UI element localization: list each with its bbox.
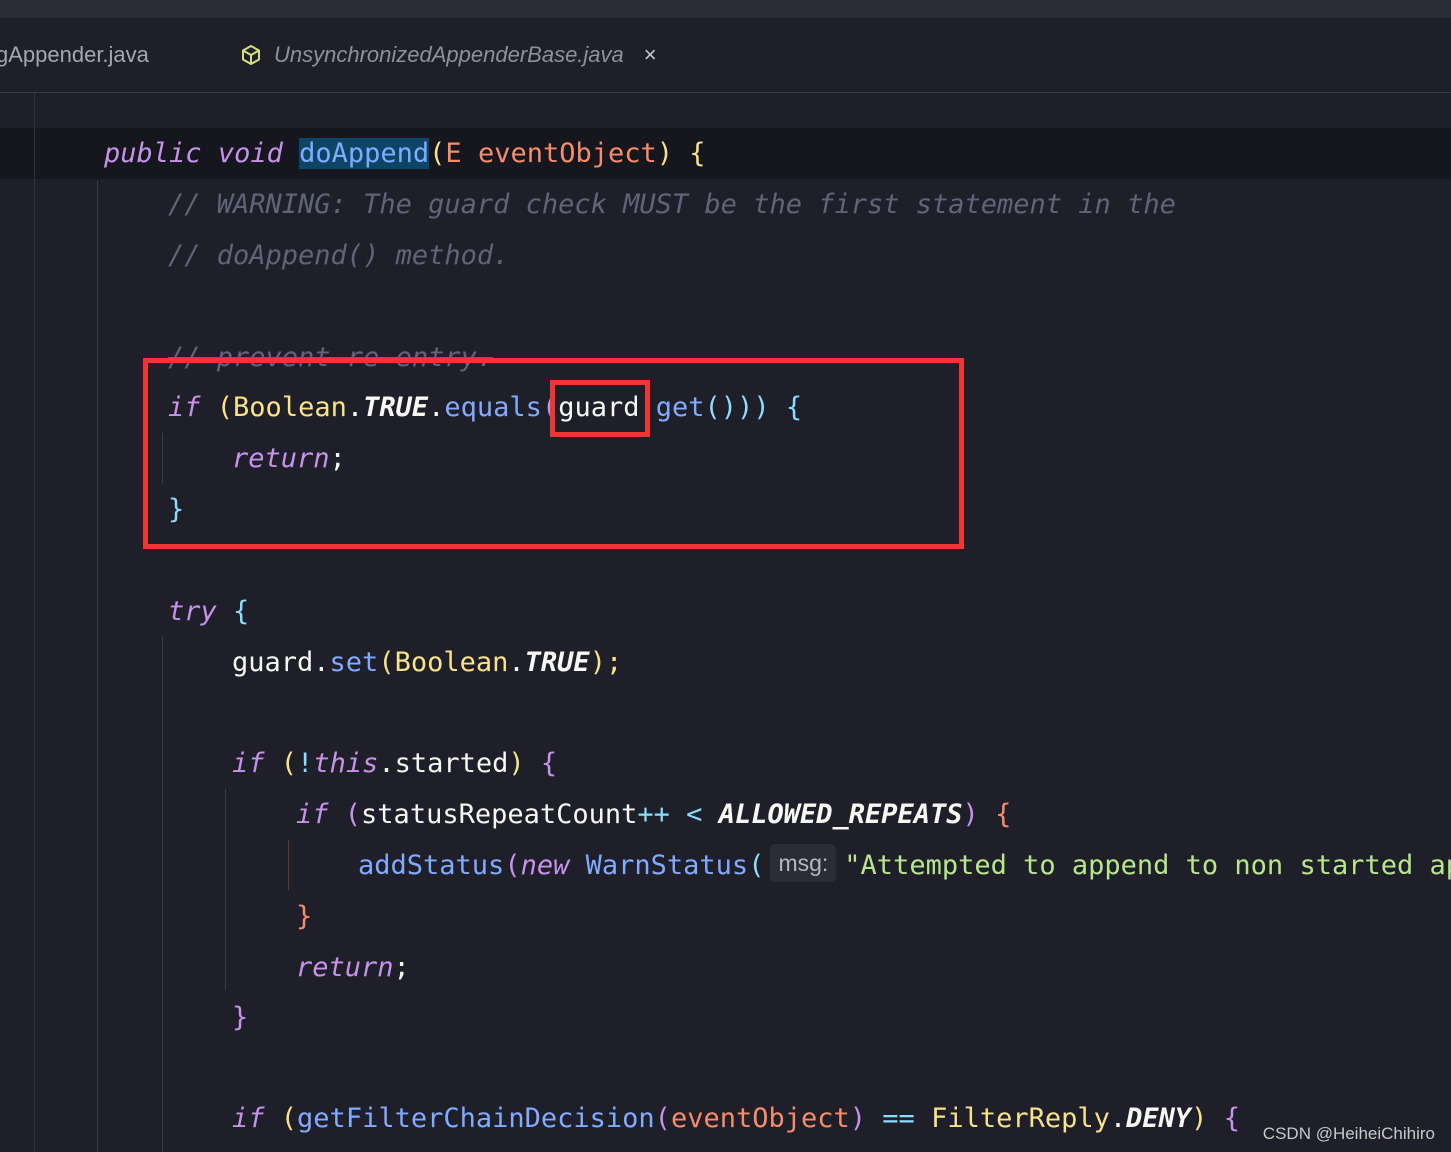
keyword: try: [168, 596, 217, 627]
code-line-14[interactable]: if (statusRepeatCount++ < ALLOWED_REPEAT…: [296, 789, 1011, 840]
paren: ): [962, 799, 979, 830]
keyword: this: [313, 748, 379, 779]
keyword: if: [296, 799, 329, 830]
paren: (: [654, 1103, 671, 1134]
paren: ): [508, 748, 525, 779]
code-line-20[interactable]: if (getFilterChainDecision(eventObject) …: [232, 1093, 1240, 1144]
gutter-divider: [34, 93, 35, 1152]
keyword: return: [296, 952, 394, 983]
method-call: set: [329, 647, 379, 678]
paren: (: [344, 799, 362, 830]
variable: guard: [232, 647, 314, 678]
editor-tab-bar: gAppender.java UnsynchronizedAppenderBas…: [0, 18, 1451, 108]
keyword: if: [232, 748, 265, 779]
brace: {: [233, 596, 250, 627]
dot: .: [313, 647, 330, 678]
class-name: FilterReply: [931, 1103, 1110, 1134]
dot: .: [508, 647, 525, 678]
paren: (: [378, 647, 395, 678]
code-line-13[interactable]: if (!this.started) {: [232, 738, 557, 789]
string-literal: "Attempted to append to non started app: [844, 850, 1451, 881]
keyword: if: [232, 1103, 265, 1134]
indent-guide: [97, 181, 98, 1152]
param-name: eventObject: [477, 138, 657, 169]
operator: ==: [882, 1103, 915, 1134]
watermark: CSDN @HeiheiChihiro: [1262, 1124, 1435, 1143]
brace: }: [232, 1002, 249, 1033]
paren: (: [429, 138, 446, 169]
variable: statusRepeatCount: [361, 799, 638, 830]
constant: DENY: [1126, 1103, 1192, 1134]
variable: eventObject: [670, 1103, 850, 1134]
code-line-11[interactable]: guard.set(Boolean.TRUE);: [232, 637, 622, 688]
keyword: void: [217, 138, 283, 169]
class-name: Boolean: [394, 647, 509, 678]
indent-guide: [225, 789, 226, 991]
tab-label: gAppender.java: [0, 42, 149, 67]
tab-gappender[interactable]: gAppender.java: [0, 18, 149, 92]
method-name: doAppend: [299, 138, 430, 169]
paren: ): [656, 138, 674, 169]
keyword: new: [520, 850, 570, 881]
dot: .: [1109, 1103, 1127, 1134]
operator: !: [297, 748, 314, 779]
comment: // doAppend() method.: [168, 240, 510, 271]
field-access: .started: [378, 748, 509, 779]
code-line-18[interactable]: }: [232, 992, 248, 1043]
tab-unsynchronized-appender-base[interactable]: UnsynchronizedAppenderBase.java ×: [240, 18, 657, 92]
paren: (: [280, 748, 298, 779]
indent-guide: [162, 637, 163, 1152]
code-line-16[interactable]: }: [296, 891, 312, 942]
operator: ++ <: [637, 799, 703, 830]
constant: ALLOWED_REPEATS: [718, 799, 963, 830]
ide-window: gAppender.java UnsynchronizedAppenderBas…: [0, 0, 1451, 1152]
paren: (: [280, 1103, 298, 1134]
brace: }: [296, 901, 313, 932]
indent-guide: [288, 840, 289, 890]
code-line-15[interactable]: addStatus(new WarnStatus(msg: "Attempted …: [358, 840, 1451, 891]
title-strip: [0, 0, 1451, 18]
code-line-1[interactable]: public void doAppend(E eventObject) {: [104, 128, 706, 179]
code-line-17[interactable]: return;: [296, 942, 410, 993]
code-line-10[interactable]: try {: [168, 586, 249, 637]
paren: (: [748, 850, 765, 881]
method-call: addStatus: [358, 850, 505, 881]
brace: {: [995, 799, 1012, 830]
semicolon: ;: [393, 952, 410, 983]
method-call: getFilterChainDecision: [297, 1103, 655, 1134]
code-line-3[interactable]: // doAppend() method.: [168, 230, 509, 281]
highlight-box-guard: [550, 380, 650, 437]
paren: );: [589, 647, 623, 678]
paren: ): [1191, 1103, 1208, 1134]
code-line-2[interactable]: // WARNING: The guard check MUST be the …: [168, 179, 1176, 230]
class-name: WarnStatus: [585, 850, 749, 881]
brace: {: [689, 138, 706, 169]
paren: ): [849, 1103, 867, 1134]
close-icon[interactable]: ×: [644, 42, 657, 68]
constant: TRUE: [524, 647, 590, 678]
java-class-icon: [240, 44, 262, 66]
keyword: public: [104, 138, 202, 169]
comment: // WARNING: The guard check MUST be the …: [168, 189, 1176, 220]
code-editor[interactable]: public void doAppend(E eventObject) { //…: [0, 93, 1451, 1152]
brace: {: [1223, 1103, 1240, 1134]
paren: (: [504, 850, 521, 881]
brace: {: [540, 748, 558, 779]
type-param: E: [445, 138, 462, 169]
parameter-hint: msg:: [770, 844, 837, 882]
tab-label: UnsynchronizedAppenderBase.java: [274, 42, 624, 67]
